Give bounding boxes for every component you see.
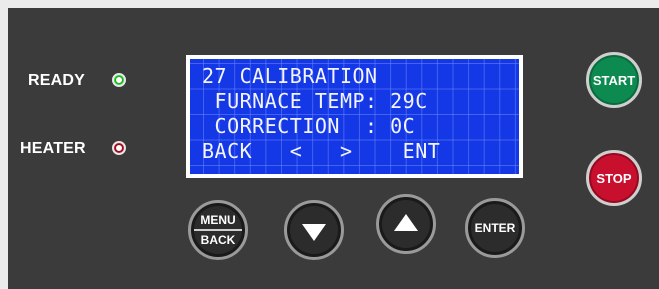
- menu-divider: [194, 229, 242, 231]
- lcd-line-2: FURNACE TEMP: 29C: [202, 89, 428, 113]
- enter-button[interactable]: ENTER: [465, 198, 525, 258]
- lcd-frame: 27 CALIBRATION FURNACE TEMP: 29C CORRECT…: [186, 55, 523, 178]
- up-arrow-icon: [394, 213, 418, 231]
- down-button[interactable]: [284, 200, 344, 260]
- up-button[interactable]: [376, 194, 436, 254]
- menu-label: MENU: [200, 213, 236, 227]
- lcd-line-1: 27 CALIBRATION: [202, 64, 378, 88]
- heater-label: HEATER: [20, 140, 86, 157]
- start-button[interactable]: START: [586, 52, 642, 108]
- control-panel: READY HEATER 27 CALIBRATION FURNACE TEMP…: [8, 8, 659, 289]
- enter-label: ENTER: [474, 221, 516, 235]
- down-arrow-icon: [302, 223, 326, 241]
- menu-back-button[interactable]: MENU BACK: [188, 200, 248, 260]
- ready-led-icon: [112, 73, 126, 87]
- heater-led-icon: [112, 141, 126, 155]
- start-label: START: [592, 72, 636, 88]
- lcd-line-4: BACK < > ENT: [202, 139, 441, 163]
- lcd-line-3: CORRECTION : 0C: [202, 114, 416, 138]
- ready-label: READY: [28, 72, 86, 89]
- stop-button[interactable]: STOP: [586, 150, 642, 206]
- back-label: BACK: [200, 233, 236, 247]
- lcd-display: 27 CALIBRATION FURNACE TEMP: 29C CORRECT…: [190, 59, 519, 174]
- stop-label: STOP: [596, 170, 632, 186]
